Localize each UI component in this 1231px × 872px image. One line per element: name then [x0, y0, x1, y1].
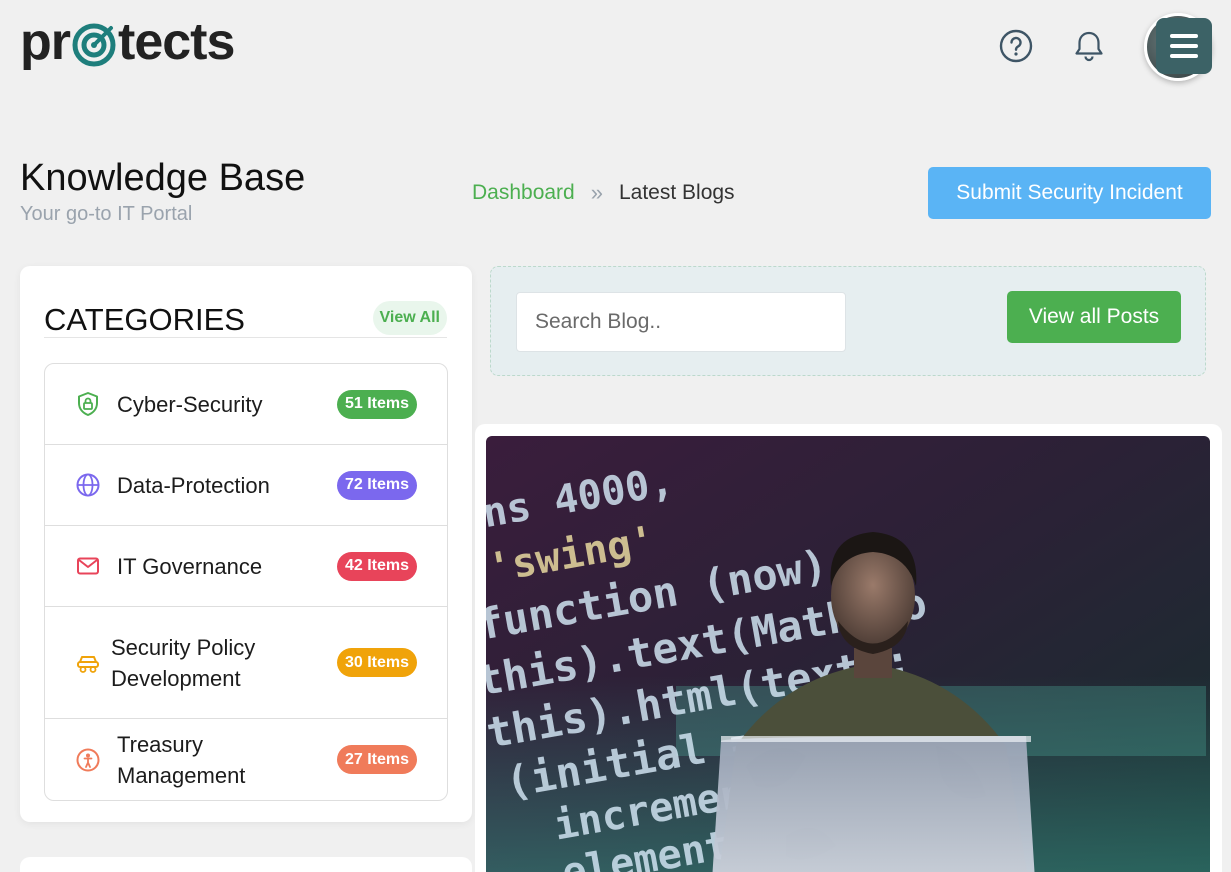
- category-count-badge: 51 Items: [336, 389, 417, 419]
- view-all-posts-button[interactable]: View all Posts: [1007, 291, 1181, 343]
- hamburger-icon: [1170, 34, 1198, 38]
- secondary-card: [20, 857, 472, 872]
- category-it-governance[interactable]: IT Governance 42 Items: [45, 526, 447, 607]
- page-subtitle: Your go-to IT Portal: [20, 203, 193, 225]
- categories-title: CATEGORIES: [44, 302, 245, 337]
- category-label: Data-Protection: [117, 472, 270, 498]
- categories-card: CATEGORIES View All Cyber-Security 51 It…: [20, 266, 472, 822]
- category-security-policy-development[interactable]: Security Policy Development 30 Items: [45, 607, 447, 719]
- target-logo-icon: [72, 23, 116, 67]
- breadcrumb-separator-icon: »: [590, 180, 603, 205]
- blog-search-panel: View all Posts: [490, 266, 1206, 376]
- logo-text-prefix: pr: [20, 13, 71, 71]
- person-circle-icon: [76, 748, 100, 771]
- category-treasury-management[interactable]: Treasury Management 27 Items: [45, 719, 447, 800]
- breadcrumb-current: Latest Blogs: [618, 181, 735, 204]
- blog-post-image[interactable]: ons 4000, 'swing' function (now) { this)…: [486, 436, 1210, 872]
- shield-lock-icon: [78, 392, 98, 416]
- programmer-photo-illustration: ons 4000, 'swing' function (now) { this)…: [486, 436, 1210, 872]
- globe-icon: [76, 473, 100, 497]
- submit-security-incident-button[interactable]: Submit Security Incident: [928, 167, 1211, 219]
- view-all-categories-button[interactable]: View All: [372, 301, 447, 335]
- menu-button[interactable]: [1156, 18, 1212, 74]
- help-icon[interactable]: [997, 27, 1035, 65]
- category-label: IT Governance: [117, 553, 263, 579]
- categories-list: Cyber-Security 51 Items Data-Protection …: [44, 363, 448, 801]
- category-count-badge: 27 Items: [336, 745, 417, 774]
- blog-post-card: ons 4000, 'swing' function (now) { this)…: [475, 424, 1222, 872]
- category-label: Security Policy Development: [111, 634, 256, 691]
- category-label: Cyber-Security: [117, 391, 263, 417]
- categories-header: CATEGORIES View All: [44, 300, 447, 338]
- page-title: Knowledge Base: [20, 157, 306, 199]
- breadcrumb-dashboard-link[interactable]: Dashboard: [472, 181, 575, 205]
- mail-icon: [77, 557, 99, 575]
- search-blog-input[interactable]: [516, 292, 846, 352]
- category-count-badge: 30 Items: [336, 648, 417, 677]
- category-cyber-security[interactable]: Cyber-Security 51 Items: [45, 364, 447, 445]
- logo-text-suffix: tects: [118, 13, 235, 71]
- car-icon: [77, 655, 99, 673]
- category-data-protection[interactable]: Data-Protection 72 Items: [45, 445, 447, 526]
- logo[interactable]: pr tects: [20, 13, 235, 71]
- breadcrumb: Dashboard » Latest Blogs: [472, 180, 735, 206]
- category-count-badge: 72 Items: [336, 470, 417, 500]
- category-label: Treasury Management: [117, 731, 246, 788]
- category-count-badge: 42 Items: [336, 551, 417, 581]
- bell-icon[interactable]: [1070, 27, 1108, 65]
